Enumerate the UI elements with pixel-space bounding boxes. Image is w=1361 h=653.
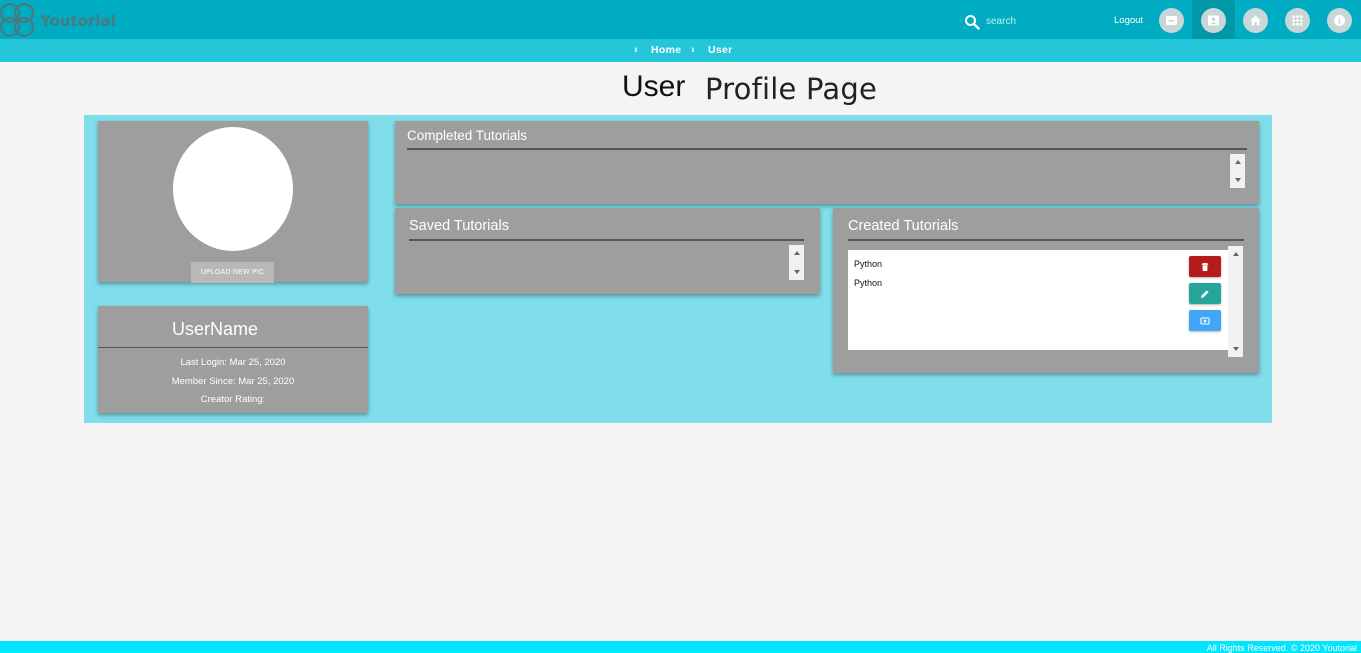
- chevron-right-icon: ›: [634, 44, 638, 56]
- page-title-bold: User: [622, 70, 686, 103]
- divider: [407, 148, 1247, 150]
- saved-scrollbar[interactable]: [789, 245, 804, 280]
- scroll-up-icon[interactable]: [789, 247, 804, 259]
- info-icon: [1334, 15, 1345, 26]
- footer-copyright: All Rights Reserved. © 2020 Youtorial: [1206, 643, 1357, 653]
- breadcrumb-home[interactable]: Home: [651, 44, 681, 56]
- logout-link[interactable]: Logout: [1114, 15, 1143, 26]
- scroll-up-icon[interactable]: [1230, 156, 1245, 168]
- search-icon[interactable]: [964, 14, 980, 30]
- list-item[interactable]: Python: [854, 259, 882, 269]
- created-tutorials-list: Python Python: [848, 250, 1228, 350]
- divider: [848, 239, 1244, 241]
- footer: All Rights Reserved. © 2020 Youtorial: [0, 641, 1361, 653]
- divider: [98, 347, 368, 348]
- profile-picture-card: UPLOAD NEW PIC: [98, 121, 368, 283]
- page-title: Profile Page: [705, 72, 877, 106]
- profile-panel: UPLOAD NEW PIC UserName Last Login: Mar …: [84, 115, 1272, 423]
- created-tutorials-title: Created Tutorials: [848, 218, 959, 234]
- info-button[interactable]: [1327, 8, 1352, 33]
- member-since: Member Since: Mar 25, 2020: [171, 376, 295, 387]
- breadcrumb: › Home › User: [0, 39, 1361, 62]
- upload-new-pic-button[interactable]: UPLOAD NEW PIC: [191, 262, 274, 283]
- home-button[interactable]: [1243, 8, 1268, 33]
- profile-button[interactable]: [1201, 8, 1226, 33]
- user-info-card: UserName Last Login: Mar 25, 2020 Member…: [98, 306, 368, 413]
- avatar: [173, 127, 293, 251]
- dashboard-icon: [1166, 16, 1177, 25]
- logo-icon[interactable]: [0, 3, 34, 37]
- list-item[interactable]: Python: [854, 278, 882, 288]
- scroll-down-icon[interactable]: [789, 266, 804, 278]
- view-icon: [1200, 316, 1210, 325]
- last-login: Last Login: Mar 25, 2020: [180, 357, 286, 368]
- username: UserName: [172, 319, 259, 339]
- chevron-right-icon: ›: [691, 44, 695, 56]
- home-icon: [1250, 15, 1261, 26]
- apps-button[interactable]: [1285, 8, 1310, 33]
- scroll-down-icon[interactable]: [1228, 343, 1243, 355]
- delete-button[interactable]: [1189, 256, 1221, 277]
- completed-tutorials-card: Completed Tutorials: [395, 121, 1259, 204]
- trash-icon: [1201, 262, 1209, 271]
- divider: [409, 239, 804, 241]
- brand-name[interactable]: Youtorial: [40, 12, 116, 30]
- created-tutorials-card: Created Tutorials Python Python: [833, 208, 1259, 373]
- profile-icon: [1208, 15, 1219, 26]
- apps-icon: [1292, 15, 1303, 26]
- scroll-down-icon[interactable]: [1230, 174, 1245, 186]
- saved-tutorials-title: Saved Tutorials: [409, 218, 509, 234]
- completed-scrollbar[interactable]: [1230, 154, 1245, 188]
- edit-button[interactable]: [1189, 283, 1221, 304]
- pencil-icon: [1201, 289, 1209, 298]
- created-scrollbar[interactable]: [1228, 246, 1243, 357]
- search-input[interactable]: [986, 12, 1086, 30]
- top-navbar: Youtorial Logout: [0, 0, 1361, 39]
- dashboard-button[interactable]: [1159, 8, 1184, 33]
- scroll-up-icon[interactable]: [1228, 248, 1243, 260]
- view-button[interactable]: [1189, 310, 1221, 331]
- creator-rating: Creator Rating:: [200, 394, 266, 405]
- breadcrumb-user[interactable]: User: [708, 44, 733, 56]
- saved-tutorials-card: Saved Tutorials: [395, 208, 820, 294]
- completed-tutorials-title: Completed Tutorials: [407, 128, 528, 143]
